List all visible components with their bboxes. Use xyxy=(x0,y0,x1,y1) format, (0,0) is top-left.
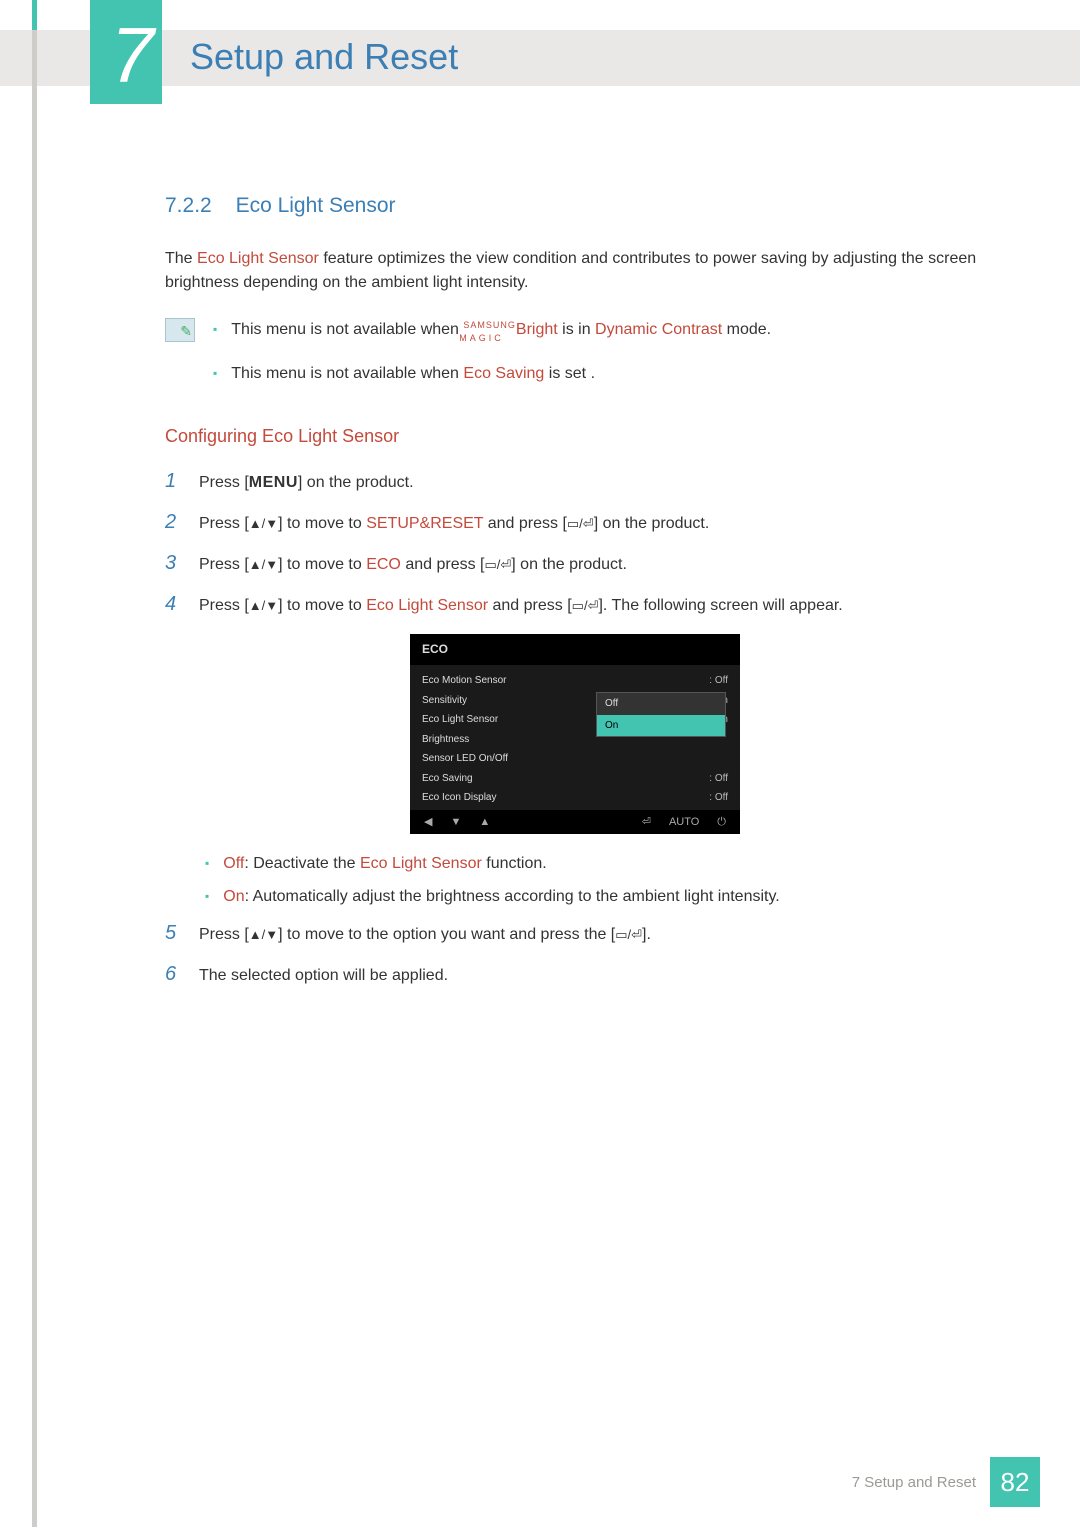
osd-enter-icon: ⏎ xyxy=(642,814,651,831)
footer-chapter-label: 7 Setup and Reset xyxy=(852,1474,976,1491)
osd-footer: ◀ ▼ ▲ ⏎ AUTO ⏻ xyxy=(410,810,740,834)
chapter-number-badge: 7 xyxy=(90,0,162,104)
step-row: 2 Press [▲/▼] to move to SETUP&RESET and… xyxy=(165,507,985,538)
osd-nav-down-icon: ▼ xyxy=(450,814,461,831)
section-number: 7.2.2 xyxy=(165,194,212,217)
step-number: 4 xyxy=(165,589,179,620)
step-text: Press [MENU] on the product. xyxy=(199,471,985,496)
step-text: Press [▲/▼] to move to ECO and press [▭/… xyxy=(199,553,985,578)
osd-body: Eco Motion Sensor: Off Sensitivity: On E… xyxy=(410,665,740,814)
step-number: 6 xyxy=(165,959,179,990)
step-row: 3 Press [▲/▼] to move to ECO and press [… xyxy=(165,548,985,579)
intro-feature-name: Eco Light Sensor xyxy=(197,250,319,267)
option-item: ▪ Off: Deactivate the Eco Light Sensor f… xyxy=(205,852,985,877)
note-text: This menu is not available when Eco Savi… xyxy=(231,362,595,387)
osd-row: Eco Saving: Off xyxy=(422,769,728,789)
note-list: ▪ This menu is not available when SAMSUN… xyxy=(213,318,985,394)
option-text: Off: Deactivate the Eco Light Sensor fun… xyxy=(223,852,546,877)
section-title: Eco Light Sensor xyxy=(236,194,396,217)
bullet-icon: ▪ xyxy=(213,362,217,387)
osd-option: Off xyxy=(597,693,725,715)
step-row: 6 The selected option will be applied. xyxy=(165,959,985,990)
note-block: ▪ This menu is not available when SAMSUN… xyxy=(165,318,985,394)
osd-nav-left-icon: ◀ xyxy=(424,814,432,831)
page-content: 7.2.2 Eco Light Sensor The Eco Light Sen… xyxy=(165,190,985,1000)
osd-menu-screenshot: ECO Eco Motion Sensor: Off Sensitivity: … xyxy=(410,634,740,834)
top-accent-stripe xyxy=(32,0,37,30)
step-row: 4 Press [▲/▼] to move to Eco Light Senso… xyxy=(165,589,985,620)
header-bar xyxy=(0,30,1080,86)
option-item: ▪ On: Automatically adjust the brightnes… xyxy=(205,885,985,910)
left-margin-stripe xyxy=(32,30,37,1527)
step-text: Press [▲/▼] to move to SETUP&RESET and p… xyxy=(199,512,985,537)
bullet-icon: ▪ xyxy=(213,318,217,368)
osd-row: Sensor LED On/Off xyxy=(422,749,728,769)
bullet-icon: ▪ xyxy=(205,852,209,877)
config-heading: Configuring Eco Light Sensor xyxy=(165,423,985,451)
page-footer: 7 Setup and Reset 82 xyxy=(852,1457,1040,1507)
step-number: 3 xyxy=(165,548,179,579)
osd-row: Eco Motion Sensor: Off xyxy=(422,671,728,691)
note-icon xyxy=(165,318,195,342)
note-text: This menu is not available when SAMSUNGB… xyxy=(231,318,771,368)
step-number: 1 xyxy=(165,466,179,497)
step-text: Press [▲/▼] to move to Eco Light Sensor … xyxy=(199,594,985,619)
intro-paragraph: The Eco Light Sensor feature optimizes t… xyxy=(165,247,985,297)
bullet-icon: ▪ xyxy=(205,885,209,910)
osd-auto-label: AUTO xyxy=(669,814,699,831)
osd-row: Eco Icon Display: Off xyxy=(422,788,728,808)
option-bullets: ▪ Off: Deactivate the Eco Light Sensor f… xyxy=(205,852,985,910)
step-row: 1 Press [MENU] on the product. xyxy=(165,466,985,497)
page-number-badge: 82 xyxy=(990,1457,1040,1507)
step-number: 5 xyxy=(165,918,179,949)
osd-nav-up-icon: ▲ xyxy=(479,814,490,831)
section-heading: 7.2.2 Eco Light Sensor xyxy=(165,190,985,223)
option-text: On: Automatically adjust the brightness … xyxy=(223,885,779,910)
step-text: The selected option will be applied. xyxy=(199,964,985,989)
osd-title: ECO xyxy=(410,634,740,665)
osd-power-icon: ⏻ xyxy=(717,814,726,831)
step-text: Press [▲/▼] to move to the option you wa… xyxy=(199,923,985,948)
intro-prefix: The xyxy=(165,250,197,267)
osd-dropdown: Off On xyxy=(596,692,726,737)
note-item: ▪ This menu is not available when SAMSUN… xyxy=(213,318,985,368)
chapter-title: Setup and Reset xyxy=(190,36,458,78)
step-row: 5 Press [▲/▼] to move to the option you … xyxy=(165,918,985,949)
osd-option-selected: On xyxy=(597,715,725,737)
step-number: 2 xyxy=(165,507,179,538)
